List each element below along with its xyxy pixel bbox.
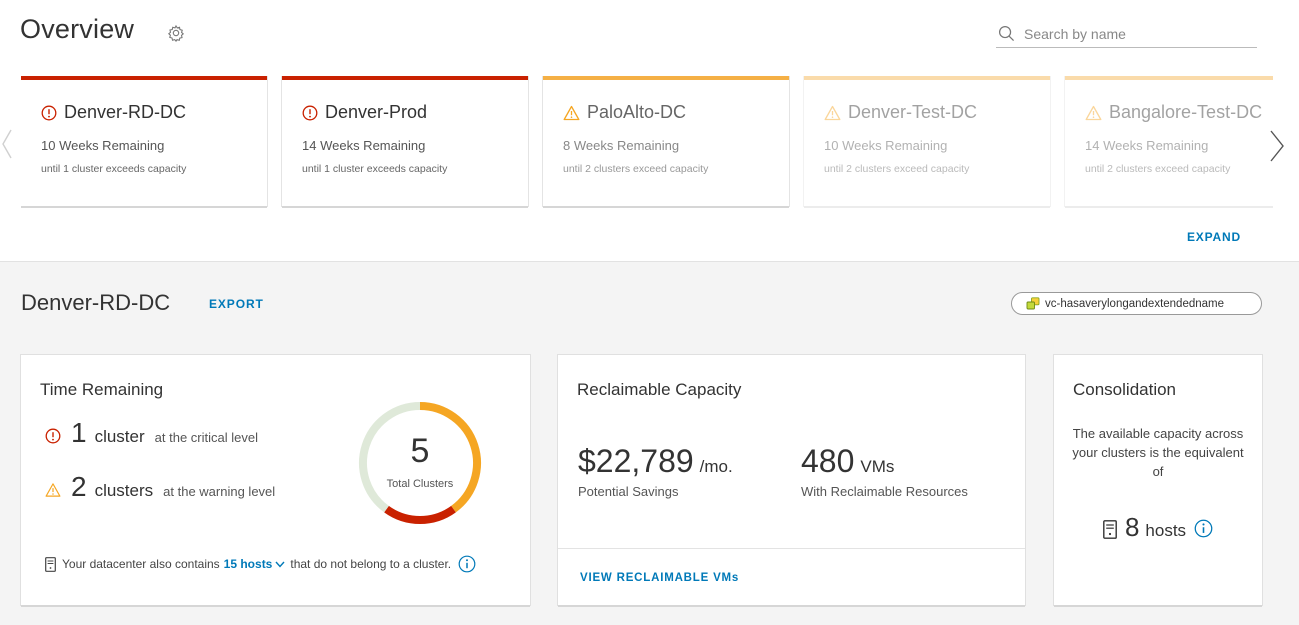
panel-title: Reclaimable Capacity: [577, 380, 742, 399]
datacenter-card[interactable]: PaloAlto-DC 8 Weeks Remaining until 2 cl…: [543, 76, 789, 206]
savings-label: Potential Savings: [578, 484, 679, 499]
consolidation-description: The available capacity across your clust…: [1072, 426, 1244, 479]
datacenter-name: PaloAlto-DC: [587, 102, 687, 122]
time-remaining-panel: Time Remaining 1 cluster at the critical…: [21, 355, 530, 605]
gear-icon[interactable]: [167, 24, 185, 42]
expand-button[interactable]: EXPAND: [1187, 230, 1241, 244]
panel-divider: [558, 548, 1025, 549]
weeks-remaining: 8 Weeks Remaining: [563, 138, 680, 153]
panel-title: Time Remaining: [40, 380, 164, 399]
vcenter-icon: [1026, 297, 1040, 310]
critical-clusters-row: 1 cluster at the critical level: [45, 417, 258, 449]
footnote-tail-text: that do not belong to a cluster.: [290, 557, 452, 571]
footnote-text: Your datacenter also contains: [62, 557, 220, 571]
donut-segment-critical: [384, 505, 456, 524]
search-input[interactable]: [1024, 24, 1249, 44]
capacity-detail: until 1 cluster exceeds capacity: [41, 163, 187, 175]
chevron-left-icon[interactable]: [0, 124, 14, 164]
server-icon: [1103, 520, 1117, 539]
hosts-link-label: 15 hosts: [223, 557, 273, 571]
info-circle-icon[interactable]: [1194, 519, 1213, 538]
datacenter-card[interactable]: Bangalore-Test-DC 14 Weeks Remaining unt…: [1065, 76, 1273, 206]
datacenter-name: Denver-Prod: [325, 102, 428, 122]
search-icon: [998, 25, 1015, 42]
warning-level-text: at the warning level: [163, 484, 276, 499]
warning-unit: clusters: [94, 481, 154, 500]
capacity-detail: until 1 cluster exceeds capacity: [302, 163, 448, 175]
warning-triangle-icon: [824, 105, 841, 120]
vms-unit: VMs: [860, 457, 895, 476]
unclustered-hosts-note: Your datacenter also contains 15 hosts t…: [45, 555, 476, 573]
reclaimable-vms-metric: 480 VMs With Reclaimable Resources: [801, 443, 968, 499]
datacenter-name: Denver-RD-DC: [64, 102, 187, 122]
exclamation-circle-icon: [302, 105, 318, 120]
vms-label: With Reclaimable Resources: [801, 484, 968, 499]
reclaimable-capacity-panel: Reclaimable Capacity $22,789 /mo. Potent…: [558, 355, 1025, 605]
carousel-viewport: Denver-RD-DC 10 Weeks Remaining until 1 …: [21, 76, 1273, 210]
datacenter-card[interactable]: Denver-Test-DC 10 Weeks Remaining until …: [804, 76, 1050, 206]
section-title: Denver-RD-DC: [21, 290, 171, 315]
savings-unit: /mo.: [699, 457, 733, 476]
weeks-remaining: 14 Weeks Remaining: [302, 138, 426, 153]
vcenter-selector[interactable]: vc-hasaverylongandextendedname: [1011, 292, 1262, 315]
exclamation-circle-icon: [41, 105, 57, 120]
capacity-detail: until 2 clusters exceed capacity: [824, 163, 970, 175]
savings-value: $22,789: [578, 443, 694, 479]
page-title: Overview: [20, 14, 135, 44]
warning-triangle-icon: [1085, 105, 1102, 120]
panel-title: Consolidation: [1073, 380, 1177, 399]
warning-clusters-row: 2 clusters at the warning level: [45, 471, 275, 503]
info-circle-icon[interactable]: [458, 555, 476, 573]
consolidation-hosts: 8 hosts: [1054, 512, 1262, 543]
warning-triangle-icon: [45, 483, 61, 497]
critical-level-text: at the critical level: [154, 430, 258, 445]
datacenter-carousel: Denver-RD-DC 10 Weeks Remaining until 1 …: [0, 76, 1299, 210]
vcenter-name: vc-hasaverylongandextendedname: [1045, 297, 1225, 310]
weeks-remaining: 10 Weeks Remaining: [824, 138, 948, 153]
view-reclaimable-vms-link[interactable]: VIEW RECLAIMABLE VMs: [580, 572, 739, 584]
datacenter-name: Bangalore-Test-DC: [1109, 102, 1263, 122]
chevron-right-icon[interactable]: [1266, 126, 1288, 166]
potential-savings-metric: $22,789 /mo. Potential Savings: [578, 443, 733, 499]
search-box: [996, 22, 1257, 48]
warning-count: 2: [71, 471, 87, 502]
hosts-unit: hosts: [1145, 521, 1187, 540]
consolidation-panel: Consolidation The available capacity acr…: [1054, 355, 1262, 605]
weeks-remaining: 10 Weeks Remaining: [41, 138, 165, 153]
vms-value: 480: [801, 443, 855, 479]
exclamation-circle-icon: [45, 428, 61, 444]
total-clusters-count: 5: [410, 432, 430, 470]
export-button[interactable]: EXPORT: [209, 297, 264, 311]
datacenter-card[interactable]: Denver-Prod 14 Weeks Remaining until 1 c…: [282, 76, 528, 206]
unclustered-hosts-link[interactable]: 15 hosts: [224, 557, 286, 571]
weeks-remaining: 14 Weeks Remaining: [1085, 138, 1209, 153]
capacity-detail: until 2 clusters exceed capacity: [563, 163, 709, 175]
critical-unit: cluster: [94, 427, 145, 446]
datacenter-name: Denver-Test-DC: [848, 102, 978, 122]
chevron-down-icon: [275, 561, 285, 568]
hosts-value: 8: [1124, 512, 1140, 542]
critical-count: 1: [71, 417, 87, 448]
total-clusters-label: Total Clusters: [386, 478, 454, 490]
server-icon: [45, 556, 56, 572]
capacity-detail: until 2 clusters exceed capacity: [1085, 163, 1231, 175]
warning-triangle-icon: [563, 105, 580, 120]
datacenter-card[interactable]: Denver-RD-DC 10 Weeks Remaining until 1 …: [21, 76, 267, 206]
